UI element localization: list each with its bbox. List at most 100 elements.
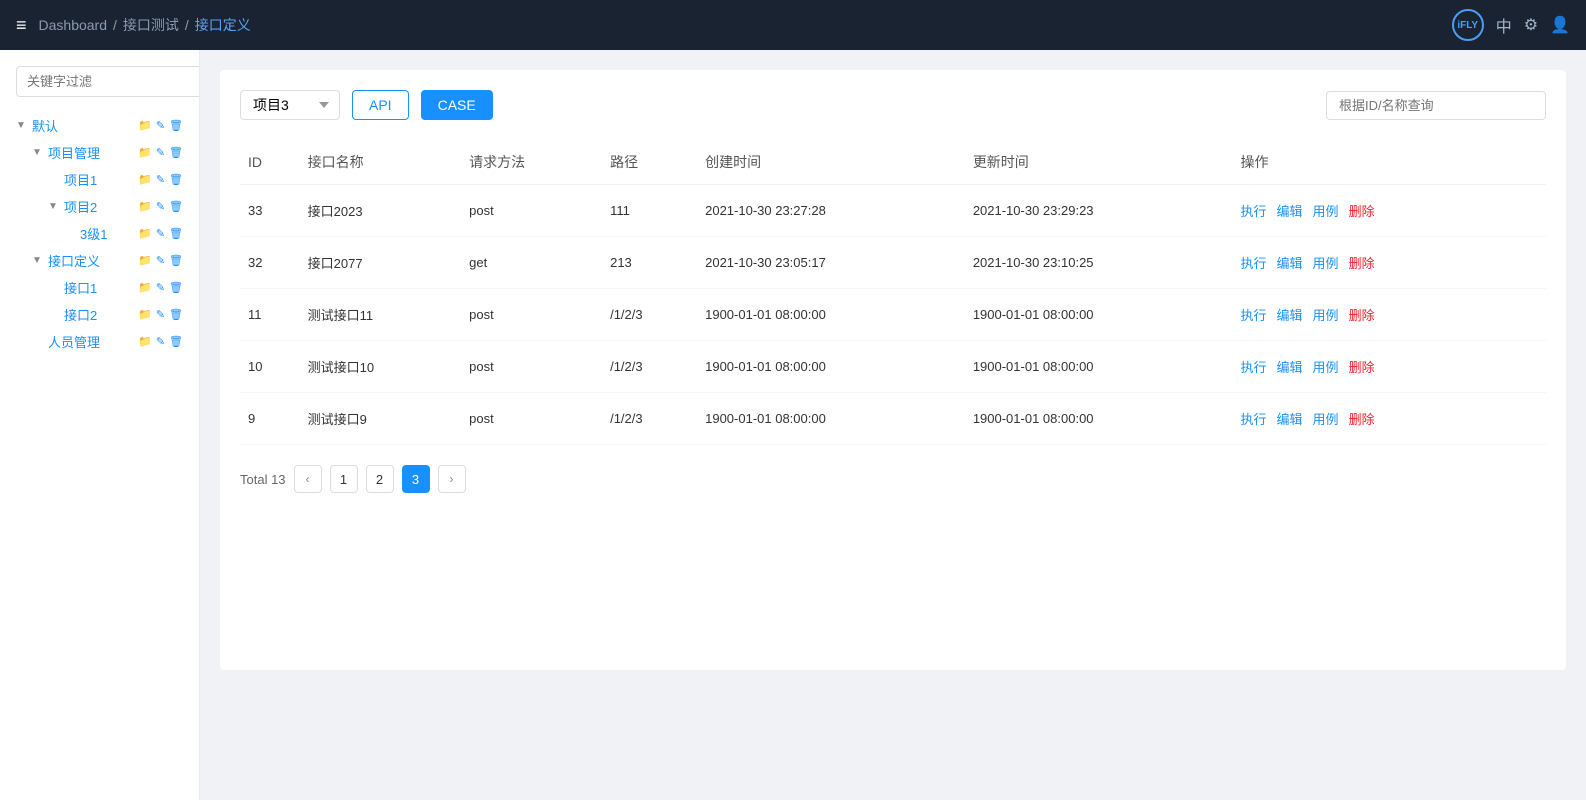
- action-删除[interactable]: 删除: [1349, 412, 1375, 427]
- settings-icon[interactable]: ⚙: [1524, 15, 1538, 35]
- table-row: 9测试接口9post/1/2/31900-01-01 08:00:001900-…: [240, 393, 1546, 445]
- breadcrumb-api-test[interactable]: 接口测试: [123, 15, 179, 35]
- folder-icon[interactable]: 📁: [138, 227, 152, 240]
- delete-icon[interactable]: 🗑: [169, 146, 183, 159]
- cell-actions: 执行编辑用例删除: [1233, 341, 1546, 393]
- tree-row-project2[interactable]: ▼ 项目2 📁 ✎ 🗑: [48, 194, 183, 219]
- action-执行[interactable]: 执行: [1241, 204, 1267, 219]
- folder-icon[interactable]: 📁: [138, 200, 152, 213]
- cell-method: post: [461, 341, 602, 393]
- action-删除[interactable]: 删除: [1349, 256, 1375, 271]
- col-actions: 操作: [1233, 140, 1546, 185]
- delete-icon[interactable]: 🗑: [169, 119, 183, 132]
- edit-icon[interactable]: ✎: [156, 308, 165, 321]
- tree-icons-default: 📁 ✎ 🗑: [138, 119, 183, 132]
- tree-row-project1[interactable]: ▶ 项目1 📁 ✎ 🗑: [48, 167, 183, 192]
- cell-created: 1900-01-01 08:00:00: [697, 289, 965, 341]
- page-3-button[interactable]: 3: [402, 465, 430, 493]
- action-编辑[interactable]: 编辑: [1277, 256, 1303, 271]
- folder-icon[interactable]: 📁: [138, 281, 152, 294]
- tree-row-default[interactable]: ▼ 默认 📁 ✎ 🗑: [16, 113, 183, 138]
- cell-updated: 1900-01-01 08:00:00: [965, 393, 1233, 445]
- page-2-button[interactable]: 2: [366, 465, 394, 493]
- delete-icon[interactable]: 🗑: [169, 227, 183, 240]
- lang-icon[interactable]: 中: [1496, 13, 1512, 37]
- edit-icon[interactable]: ✎: [156, 119, 165, 132]
- action-编辑[interactable]: 编辑: [1277, 360, 1303, 375]
- folder-icon[interactable]: 📁: [138, 173, 152, 186]
- tab-case-button[interactable]: CASE: [421, 90, 493, 120]
- action-用例[interactable]: 用例: [1313, 256, 1339, 271]
- project-select[interactable]: 项目3 项目1 项目2: [240, 90, 340, 120]
- user-icon[interactable]: 👤: [1550, 15, 1570, 35]
- folder-icon[interactable]: 📁: [138, 254, 152, 267]
- tree-node-project2: ▼ 项目2 📁 ✎ 🗑: [48, 194, 183, 246]
- cell-created: 1900-01-01 08:00:00: [697, 393, 965, 445]
- edit-icon[interactable]: ✎: [156, 254, 165, 267]
- cell-id: 33: [240, 185, 300, 237]
- delete-icon[interactable]: 🗑: [169, 173, 183, 186]
- edit-icon[interactable]: ✎: [156, 335, 165, 348]
- table-body: 33接口2023post1112021-10-30 23:27:282021-1…: [240, 185, 1546, 445]
- table-row: 32接口2077get2132021-10-30 23:05:172021-10…: [240, 237, 1546, 289]
- action-执行[interactable]: 执行: [1241, 256, 1267, 271]
- next-page-button[interactable]: ›: [438, 465, 466, 493]
- table-row: 33接口2023post1112021-10-30 23:27:282021-1…: [240, 185, 1546, 237]
- action-用例[interactable]: 用例: [1313, 412, 1339, 427]
- folder-icon[interactable]: 📁: [138, 308, 152, 321]
- action-编辑[interactable]: 编辑: [1277, 204, 1303, 219]
- edit-icon[interactable]: ✎: [156, 200, 165, 213]
- action-用例[interactable]: 用例: [1313, 308, 1339, 323]
- edit-icon[interactable]: ✎: [156, 281, 165, 294]
- delete-icon[interactable]: 🗑: [169, 254, 183, 267]
- action-执行[interactable]: 执行: [1241, 308, 1267, 323]
- folder-icon[interactable]: 📁: [138, 146, 152, 159]
- action-执行[interactable]: 执行: [1241, 412, 1267, 427]
- page-1-button[interactable]: 1: [330, 465, 358, 493]
- delete-icon[interactable]: 🗑: [169, 281, 183, 294]
- delete-icon[interactable]: 🗑: [169, 308, 183, 321]
- tree-row-api-def[interactable]: ▼ 接口定义 📁 ✎ 🗑: [32, 248, 183, 273]
- action-删除[interactable]: 删除: [1349, 360, 1375, 375]
- action-用例[interactable]: 用例: [1313, 360, 1339, 375]
- action-编辑[interactable]: 编辑: [1277, 412, 1303, 427]
- sidebar-toolbar: 创建接口: [16, 66, 183, 97]
- search-input[interactable]: [1326, 91, 1546, 120]
- menu-icon[interactable]: ≡: [16, 15, 27, 36]
- tree-label-project1: 项目1: [64, 170, 134, 189]
- action-执行[interactable]: 执行: [1241, 360, 1267, 375]
- cell-actions: 执行编辑用例删除: [1233, 393, 1546, 445]
- action-删除[interactable]: 删除: [1349, 308, 1375, 323]
- delete-icon[interactable]: 🗑: [169, 335, 183, 348]
- tree-node-api1: ▶ 接口1 📁 ✎ 🗑: [48, 275, 183, 300]
- action-删除[interactable]: 删除: [1349, 204, 1375, 219]
- layout: 创建接口 ▼ 默认 📁 ✎ 🗑 ▼ 项目管理: [0, 50, 1586, 800]
- keyword-input[interactable]: [16, 66, 200, 97]
- sidebar: 创建接口 ▼ 默认 📁 ✎ 🗑 ▼ 项目管理: [0, 50, 200, 800]
- tree-row-api2[interactable]: ▶ 接口2 📁 ✎ 🗑: [48, 302, 183, 327]
- action-编辑[interactable]: 编辑: [1277, 308, 1303, 323]
- cell-path: /1/2/3: [602, 393, 697, 445]
- cell-id: 11: [240, 289, 300, 341]
- tree-node-project-mgmt: ▼ 项目管理 📁 ✎ 🗑 ▶ 项目1: [32, 140, 183, 246]
- folder-icon[interactable]: 📁: [138, 119, 152, 132]
- folder-icon[interactable]: 📁: [138, 335, 152, 348]
- tree-row-project-mgmt[interactable]: ▼ 项目管理 📁 ✎ 🗑: [32, 140, 183, 165]
- cell-path: /1/2/3: [602, 289, 697, 341]
- delete-icon[interactable]: 🗑: [169, 200, 183, 213]
- action-用例[interactable]: 用例: [1313, 204, 1339, 219]
- tree-row-level3[interactable]: ▶ 3级1 📁 ✎ 🗑: [64, 221, 183, 246]
- edit-icon[interactable]: ✎: [156, 227, 165, 240]
- tab-api-button[interactable]: API: [352, 90, 409, 120]
- tree-label-default: 默认: [32, 116, 134, 135]
- arrow-icon: ▼: [48, 201, 60, 212]
- cell-actions: 执行编辑用例删除: [1233, 289, 1546, 341]
- edit-icon[interactable]: ✎: [156, 173, 165, 186]
- edit-icon[interactable]: ✎: [156, 146, 165, 159]
- tree-row-hr[interactable]: ▶ 人员管理 📁 ✎ 🗑: [32, 329, 183, 354]
- tree-row-api1[interactable]: ▶ 接口1 📁 ✎ 🗑: [48, 275, 183, 300]
- breadcrumb-dashboard[interactable]: Dashboard: [39, 17, 108, 33]
- cell-method: get: [461, 237, 602, 289]
- cell-path: 213: [602, 237, 697, 289]
- prev-page-button[interactable]: ‹: [294, 465, 322, 493]
